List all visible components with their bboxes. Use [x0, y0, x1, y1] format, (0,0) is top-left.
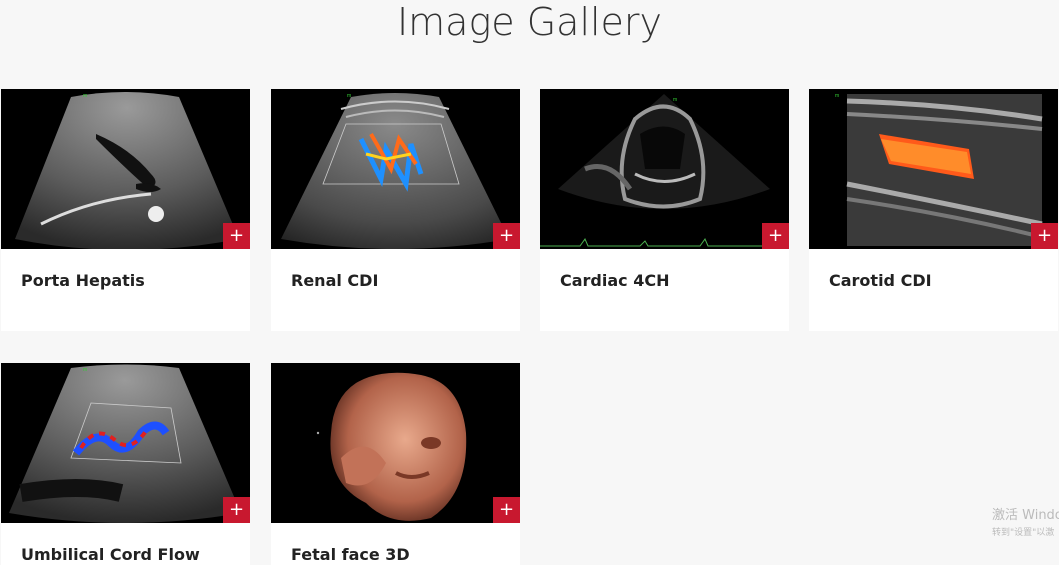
- ultrasound-image-renal-cdi[interactable]: m +: [271, 89, 520, 249]
- gallery-card-cardiac-4ch[interactable]: m + Cardiac 4CH: [540, 89, 789, 331]
- gallery-card-carotid-cdi[interactable]: m + Carotid CDI: [809, 89, 1058, 331]
- card-title: Renal CDI: [291, 271, 379, 290]
- gallery-card-fetal-face-3d[interactable]: + Fetal face 3D: [271, 363, 520, 565]
- windows-activation-watermark: 激活 Windo 转到"设置"以激: [992, 504, 1059, 538]
- expand-button[interactable]: +: [223, 497, 250, 523]
- gallery-card-porta-hepatis[interactable]: m + Porta Hepatis: [1, 89, 250, 331]
- ultrasound-image-umbilical-cord-flow[interactable]: m +: [1, 363, 250, 523]
- ultrasound-image-fetal-face-3d[interactable]: +: [271, 363, 520, 523]
- card-title: Fetal face 3D: [291, 545, 410, 564]
- svg-text:m: m: [835, 93, 839, 99]
- card-title: Cardiac 4CH: [560, 271, 670, 290]
- ultrasound-image-carotid-cdi[interactable]: m +: [809, 89, 1058, 249]
- card-title: Carotid CDI: [829, 271, 932, 290]
- expand-button[interactable]: +: [223, 223, 250, 249]
- watermark-line-1: 激活 Windo: [992, 508, 1059, 523]
- expand-button[interactable]: +: [762, 223, 789, 249]
- svg-text:m: m: [347, 93, 351, 99]
- expand-button[interactable]: +: [493, 497, 520, 523]
- expand-button[interactable]: +: [493, 223, 520, 249]
- ultrasound-image-porta-hepatis[interactable]: m +: [1, 89, 250, 249]
- watermark-line-2: 转到"设置"以激: [992, 528, 1055, 538]
- card-title: Porta Hepatis: [21, 271, 145, 290]
- expand-button[interactable]: +: [1031, 223, 1058, 249]
- svg-text:m: m: [673, 97, 677, 103]
- gallery-card-umbilical-cord-flow[interactable]: m + Umbilical Cord Flow: [1, 363, 250, 565]
- card-title: Umbilical Cord Flow: [21, 545, 200, 564]
- page-title: Image Gallery: [396, 0, 663, 44]
- gallery-card-renal-cdi[interactable]: m + Renal CDI: [271, 89, 520, 331]
- ultrasound-image-cardiac-4ch[interactable]: m +: [540, 89, 789, 249]
- svg-text:m: m: [83, 93, 87, 99]
- svg-text:m: m: [83, 367, 87, 373]
